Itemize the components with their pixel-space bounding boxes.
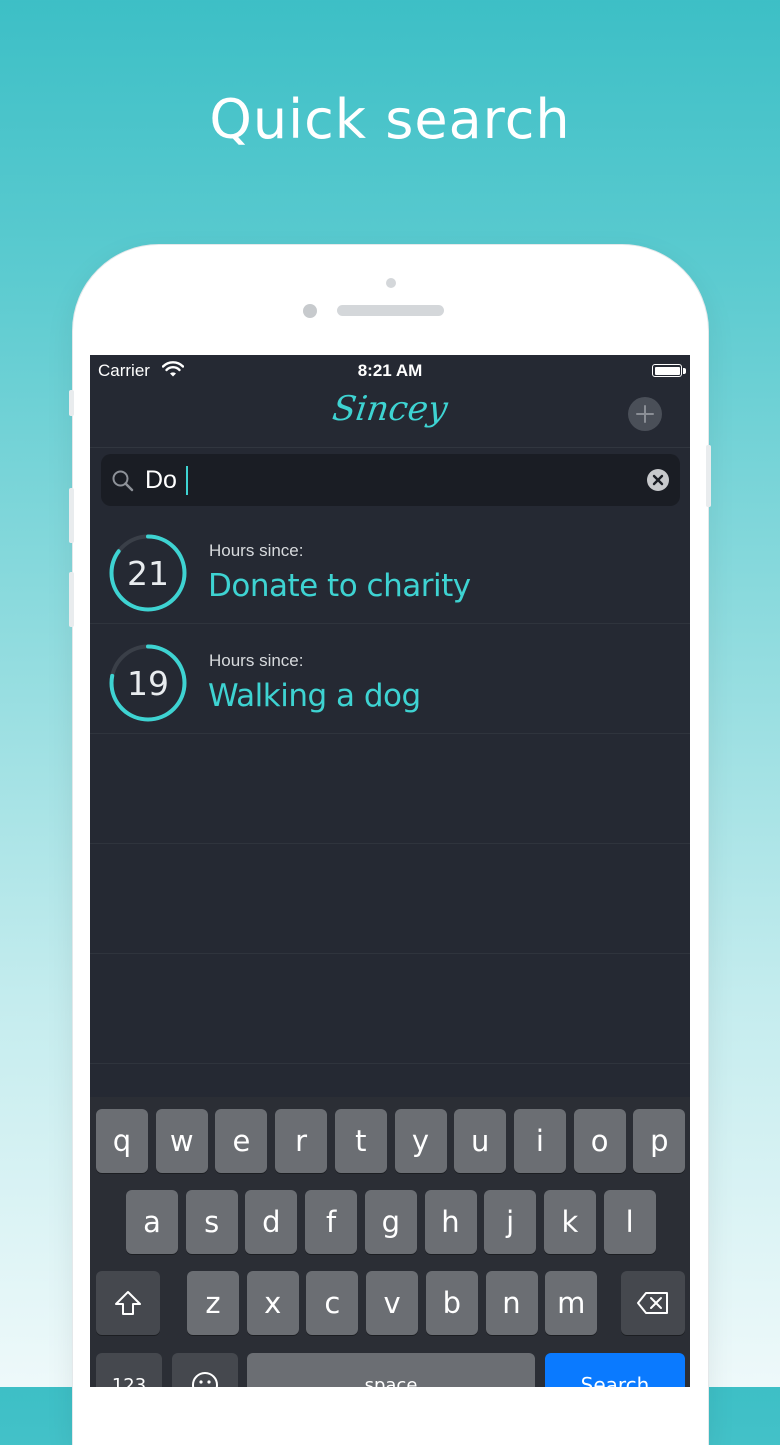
key-o[interactable]: o [573, 1109, 626, 1173]
item-subtitle: Hours since: [209, 651, 304, 670]
key-z[interactable]: z [187, 1271, 239, 1335]
volume-down-button [69, 572, 74, 627]
empty-row [90, 953, 690, 1064]
hours-count: 21 [127, 553, 169, 593]
key-y[interactable]: y [394, 1109, 447, 1173]
search-key[interactable]: Search [545, 1353, 685, 1387]
item-title: Walking a dog [208, 678, 421, 714]
space-key[interactable]: space [247, 1353, 535, 1387]
list-item[interactable]: 21 Hours since: Donate to charity [90, 513, 690, 624]
numbers-key[interactable]: 123 [96, 1353, 162, 1387]
emoji-icon [192, 1372, 218, 1387]
key-t[interactable]: t [334, 1109, 387, 1173]
key-h[interactable]: h [424, 1190, 477, 1254]
key-c[interactable]: c [306, 1271, 359, 1335]
text-cursor [186, 466, 188, 495]
key-i[interactable]: i [513, 1109, 566, 1173]
plus-icon [636, 405, 654, 423]
shift-icon [115, 1291, 141, 1315]
headline: Quick search [209, 88, 571, 151]
delete-key[interactable] [621, 1271, 685, 1335]
key-w[interactable]: w [155, 1109, 208, 1173]
status-bar: Carrier 8:21 AM [90, 355, 690, 385]
key-n[interactable]: n [485, 1271, 538, 1335]
clear-icon[interactable] [646, 468, 670, 492]
key-r[interactable]: r [275, 1109, 328, 1173]
key-m[interactable]: m [545, 1271, 598, 1335]
key-x[interactable]: x [246, 1271, 299, 1335]
key-k[interactable]: k [543, 1190, 596, 1254]
list-item[interactable]: 19 Hours since: Walking a dog [90, 623, 690, 734]
search-bar[interactable] [101, 454, 680, 506]
key-s[interactable]: s [185, 1190, 238, 1254]
key-p[interactable]: p [633, 1109, 686, 1173]
nav-bar: Sincey [90, 385, 690, 448]
search-input[interactable] [145, 462, 625, 498]
search-icon [112, 470, 134, 492]
key-j[interactable]: j [484, 1190, 537, 1254]
key-l[interactable]: l [603, 1190, 656, 1254]
battery-tip [683, 368, 686, 374]
power-button [706, 445, 711, 507]
key-v[interactable]: v [366, 1271, 419, 1335]
key-q[interactable]: q [96, 1109, 148, 1173]
app-screen: Carrier 8:21 AM Sincey Do 21 Hours since… [90, 355, 690, 1387]
key-u[interactable]: u [454, 1109, 507, 1173]
app-logo: Sincey [329, 389, 451, 429]
shift-key[interactable] [96, 1271, 160, 1335]
key-g[interactable]: g [364, 1190, 417, 1254]
empty-row [90, 733, 690, 844]
empty-row [90, 843, 690, 954]
volume-up-button [69, 488, 74, 543]
earpiece-speaker [337, 305, 444, 316]
key-d[interactable]: d [245, 1190, 298, 1254]
key-b[interactable]: b [425, 1271, 478, 1335]
hours-count: 19 [127, 663, 169, 703]
status-time: 8:21 AM [357, 361, 423, 380]
delete-icon [637, 1292, 668, 1314]
battery-icon [652, 364, 682, 377]
key-a[interactable]: a [126, 1190, 178, 1254]
mute-switch [69, 390, 74, 416]
item-title: Donate to charity [208, 568, 471, 604]
key-e[interactable]: e [215, 1109, 268, 1173]
add-button[interactable] [628, 397, 662, 431]
keyboard: qwertyuiop asdfghjkl zxcvbnm 123 space S… [90, 1097, 690, 1387]
key-f[interactable]: f [305, 1190, 358, 1254]
emoji-key[interactable] [172, 1353, 238, 1387]
proximity-sensor [386, 278, 396, 288]
front-camera [303, 304, 317, 318]
item-subtitle: Hours since: [209, 541, 304, 560]
